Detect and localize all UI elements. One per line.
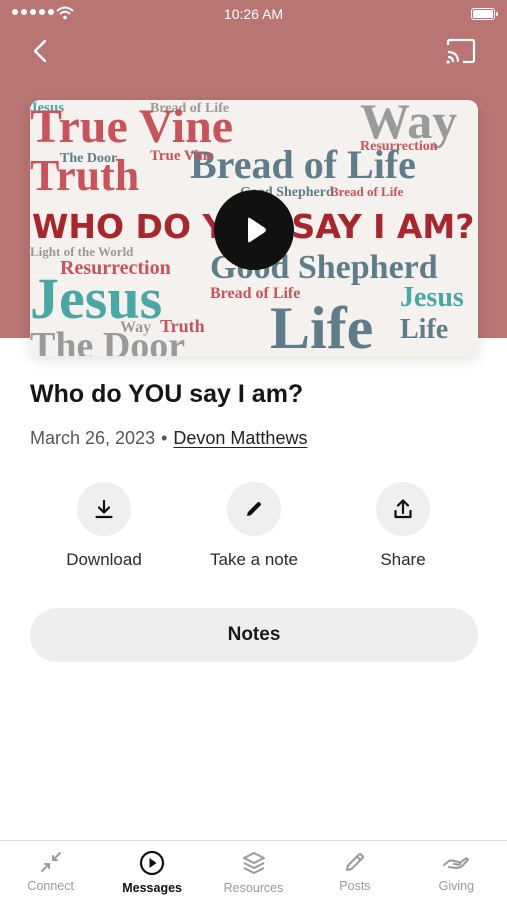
- giving-hand-icon: [443, 857, 470, 869]
- download-icon: [95, 499, 113, 519]
- status-bar: 10:26 AM: [0, 0, 507, 30]
- tab-label: Posts: [339, 879, 371, 893]
- tab-label: Connect: [27, 879, 74, 893]
- artwork-word: The Door: [60, 151, 117, 166]
- artwork-word: Life: [270, 295, 373, 356]
- tab-resources[interactable]: Resources: [203, 841, 304, 900]
- tab-messages[interactable]: Messages: [101, 841, 202, 900]
- connect-icon: [40, 852, 61, 872]
- download-label: Download: [66, 550, 142, 569]
- tab-label: Messages: [122, 881, 182, 895]
- status-time: 10:26 AM: [223, 6, 284, 22]
- message-meta: March 26, 2023 • Devon Matthews: [30, 428, 307, 449]
- take-note-button[interactable]: Take a note: [184, 482, 324, 570]
- tab-connect[interactable]: Connect: [0, 841, 101, 900]
- message-date: March 26, 2023: [30, 428, 156, 448]
- tab-giving[interactable]: Giving: [406, 841, 507, 900]
- share-icon: [394, 499, 412, 519]
- play-icon: [248, 217, 266, 243]
- artwork-word: Bread of Life: [330, 184, 404, 199]
- share-label: Share: [380, 550, 426, 569]
- artwork-word: Bread of Life: [190, 142, 416, 187]
- meta-separator: •: [161, 428, 168, 448]
- artwork-word: Bread of Life: [210, 285, 300, 302]
- layers-icon: [242, 852, 265, 874]
- artwork-word: True Vine: [150, 148, 214, 164]
- share-button[interactable]: Share: [333, 482, 473, 570]
- tab-bar: Connect Messages Resources Posts Giving: [0, 840, 507, 900]
- tab-label: Giving: [438, 879, 475, 893]
- cast-button[interactable]: [445, 38, 477, 66]
- pencil-icon: [247, 501, 262, 516]
- play-button[interactable]: [214, 190, 294, 270]
- play-circle-icon: [140, 850, 165, 876]
- cast-icon: [446, 38, 476, 64]
- artwork-word: Jesus: [400, 282, 464, 313]
- back-button[interactable]: [26, 36, 56, 66]
- artwork-word: Life: [400, 314, 448, 345]
- artwork-word: The Door: [30, 325, 185, 356]
- author-link[interactable]: Devon Matthews: [173, 428, 307, 448]
- message-title: Who do YOU say I am?: [30, 380, 304, 408]
- tab-posts[interactable]: Posts: [304, 841, 405, 900]
- tab-label: Resources: [223, 881, 284, 895]
- take-note-label: Take a note: [210, 550, 298, 569]
- pencil-outline-icon: [345, 853, 364, 871]
- download-button[interactable]: Download: [34, 482, 174, 570]
- notes-button[interactable]: Notes: [30, 608, 478, 662]
- battery-icon: [471, 8, 498, 20]
- chevron-left-icon: [33, 39, 47, 63]
